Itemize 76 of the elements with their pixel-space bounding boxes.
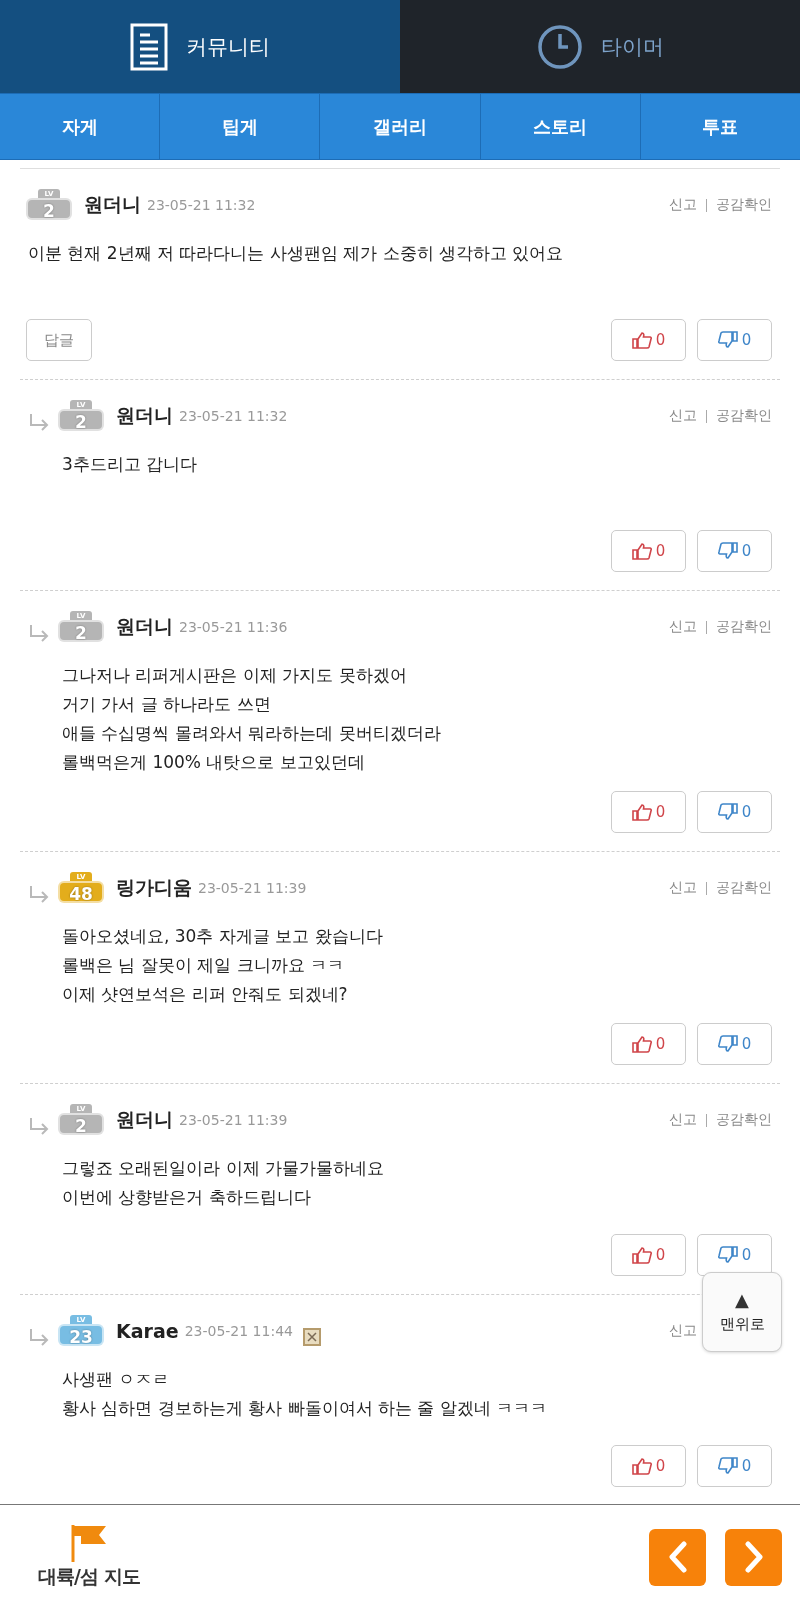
thumbs-up-icon <box>631 331 652 349</box>
author-name: 원더니 <box>116 403 173 428</box>
report-link[interactable]: 신고 <box>669 196 697 214</box>
reply-arrow-icon <box>28 1328 50 1346</box>
previous-button[interactable] <box>649 1528 706 1586</box>
map-label[interactable]: 대륙/섬 지도 <box>38 1564 140 1590</box>
author-name: Karae <box>116 1320 179 1342</box>
thumbs-up-icon <box>631 542 652 560</box>
report-link[interactable]: 신고 <box>669 1322 697 1340</box>
thumbs-up-icon <box>631 1457 652 1475</box>
next-button[interactable] <box>725 1528 782 1586</box>
like-button[interactable]: 0 <box>611 1445 686 1487</box>
top-tab[interactable]: 타이머 <box>400 0 800 93</box>
category-tab[interactable]: 스토리 <box>480 94 641 159</box>
reply-arrow-icon <box>28 624 50 642</box>
comment-text: 이분 현재 2년째 저 따라다니는 사생팬임 제가 소중히 생각하고 있어요 <box>28 242 564 265</box>
like-button[interactable]: 0 <box>611 319 686 361</box>
scroll-to-top-button[interactable]: ▲ 맨위로 <box>702 1272 782 1352</box>
report-link[interactable]: 신고 <box>669 879 697 897</box>
dislike-button[interactable]: 0 <box>697 530 772 572</box>
comment-text: 사생팬 ㅇㅈㄹ 황사 심하면 경보하는게 황사 빠돌이여서 하는 줄 알겠네 ㅋㅋㅋ <box>62 1368 548 1420</box>
thumbs-down-icon <box>717 331 738 349</box>
category-tab[interactable]: 갤러리 <box>320 94 481 159</box>
report-link[interactable]: 신고 <box>669 407 697 425</box>
clock-icon <box>536 23 583 70</box>
comment-date: 23-05-21 11:36 <box>179 619 288 635</box>
reply-button[interactable]: 답글 <box>26 319 92 361</box>
thumbs-down-icon <box>717 542 738 560</box>
like-button[interactable]: 0 <box>611 1234 686 1276</box>
comment-text: 3추드리고 갑니다 <box>62 453 198 476</box>
reply-arrow-icon <box>28 413 50 431</box>
category-tab[interactable]: 투표 <box>640 94 800 159</box>
thumbs-up-icon <box>631 803 652 821</box>
thumbs-down-icon <box>717 803 738 821</box>
likes-check-link[interactable]: 공감확인 <box>716 618 772 636</box>
top-tab[interactable]: 커뮤니티 <box>0 0 400 93</box>
author-name: 원더니 <box>116 614 173 639</box>
thumbs-down-icon <box>717 1457 738 1475</box>
document-icon <box>130 22 168 71</box>
reply-arrow-icon <box>28 885 50 903</box>
chevron-right-icon <box>743 1541 764 1573</box>
flag-icon[interactable] <box>70 1524 107 1562</box>
author-name: 링가디움 <box>116 875 192 900</box>
likes-check-link[interactable]: 공감확인 <box>716 1111 772 1129</box>
comment-date: 23-05-21 11:39 <box>198 880 307 896</box>
like-button[interactable]: 0 <box>611 530 686 572</box>
comment-date: 23-05-21 11:32 <box>179 408 288 424</box>
like-button[interactable]: 0 <box>611 1023 686 1065</box>
comment-date: 23-05-21 11:39 <box>179 1112 288 1128</box>
dislike-button[interactable]: 0 <box>697 1234 772 1276</box>
dislike-button[interactable]: 0 <box>697 319 772 361</box>
author-name: 원더니 <box>116 1107 173 1132</box>
likes-check-link[interactable]: 공감확인 <box>716 879 772 897</box>
dislike-button[interactable]: 0 <box>697 791 772 833</box>
comment-text: 그나저나 리퍼게시판은 이제 가지도 못하겠어 거기 가서 글 하나라도 쓰면 애들 수십명씩 몰려와서 뭐라하는데 못버티겠더라 롤백먹은게 100% 내탓으로 보고있던데 <box>62 664 441 774</box>
likes-check-link[interactable]: 공감확인 <box>716 407 772 425</box>
reply-arrow-icon <box>28 1117 50 1135</box>
dislike-button[interactable]: 0 <box>697 1445 772 1487</box>
dislike-button[interactable]: 0 <box>697 1023 772 1065</box>
thumbs-down-icon <box>717 1246 738 1264</box>
report-link[interactable]: 신고 <box>669 1111 697 1129</box>
report-link[interactable]: 신고 <box>669 618 697 636</box>
comment-text: 돌아오셨네요, 30추 자게글 보고 왔습니다 롤백은 님 잘못이 제일 크니까요 ㅋㅋ 이제 샷연보석은 리퍼 안줘도 되겠네? <box>62 925 383 1006</box>
thumbs-up-icon <box>631 1246 652 1264</box>
up-triangle-icon: ▲ <box>735 1290 749 1309</box>
thumbs-up-icon <box>631 1035 652 1053</box>
likes-check-link[interactable]: 공감확인 <box>716 196 772 214</box>
comment-date: 23-05-21 11:44 <box>184 1323 293 1339</box>
comment-text: 그렇죠 오래된일이라 이제 가물가물하네요 이번에 상향받은거 축하드립니다 <box>62 1157 385 1209</box>
category-tab[interactable]: 팁게 <box>160 94 321 159</box>
chevron-left-icon <box>667 1541 688 1573</box>
category-tab[interactable]: 자게 <box>0 94 161 159</box>
author-name: 원더니 <box>84 192 141 217</box>
like-button[interactable]: 0 <box>611 791 686 833</box>
comment-date: 23-05-21 11:32 <box>147 197 256 213</box>
thumbs-down-icon <box>717 1035 738 1053</box>
